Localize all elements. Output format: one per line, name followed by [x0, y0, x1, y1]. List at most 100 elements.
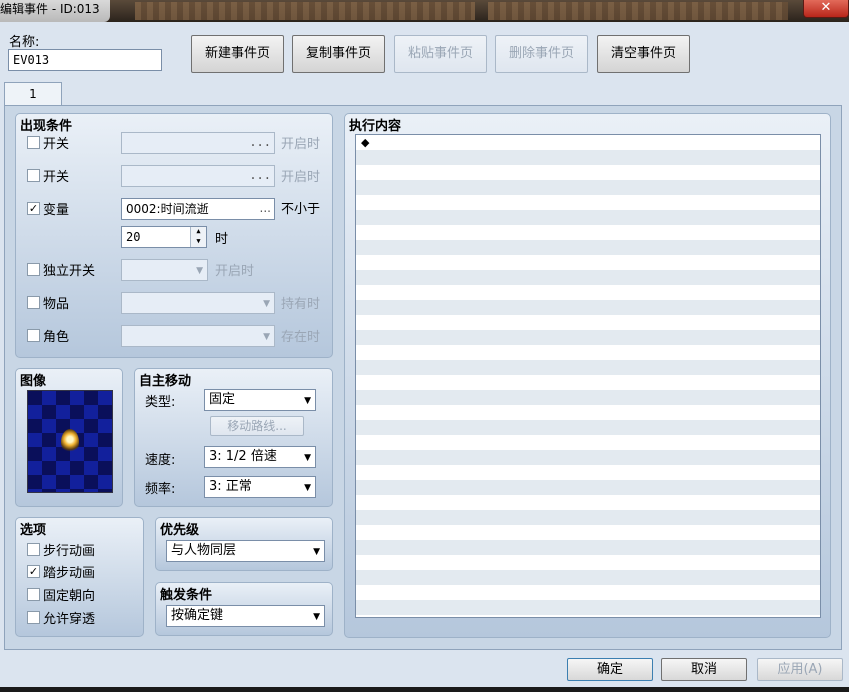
autonomous-title: 自主移动	[139, 374, 192, 389]
actor-select[interactable]: ▼	[121, 325, 275, 347]
move-type-label: 类型:	[145, 395, 176, 410]
trigger-value: 按确定键	[171, 608, 224, 623]
chevron-down-icon: ▼	[196, 266, 203, 276]
character-sprite	[61, 429, 79, 455]
image-title: 图像	[20, 374, 47, 389]
actor-label: 角色	[43, 330, 70, 345]
switch1-label: 开关	[43, 137, 70, 152]
chevron-down-icon: ▼	[304, 453, 311, 463]
switch2-field[interactable]: ...	[121, 165, 275, 187]
stepping-anim-label: 踏步动画	[43, 566, 96, 581]
switch2-checkbox[interactable]	[27, 169, 40, 182]
options-group: 选项 步行动画 ✓ 踏步动画 固定朝向 允许穿透	[15, 517, 144, 637]
move-frequency-label: 频率:	[145, 482, 176, 497]
move-frequency-value: 3: 正常	[209, 479, 252, 494]
paste-page-button[interactable]: 粘贴事件页	[394, 35, 487, 73]
variable-label: 变量	[43, 203, 70, 218]
switch2-hint: 开启时	[281, 170, 321, 185]
actor-hint: 存在时	[281, 330, 321, 345]
window-title: 编辑事件 - ID:013	[0, 0, 110, 22]
self-switch-hint: 开启时	[215, 264, 255, 279]
trigger-select[interactable]: 按确定键 ▼	[166, 605, 325, 627]
tab-page-1[interactable]: 1	[4, 82, 62, 106]
switch1-checkbox[interactable]	[27, 136, 40, 149]
direction-fix-checkbox[interactable]	[27, 588, 40, 601]
ellipsis-icon: ...	[249, 135, 271, 149]
item-hint: 持有时	[281, 297, 321, 312]
item-label: 物品	[43, 297, 70, 312]
variable-number-stepper[interactable]: 20 ▲ ▼	[121, 226, 207, 248]
priority-select[interactable]: 与人物同层 ▼	[166, 540, 325, 562]
footer-bar: 确定 取消 应用(A)	[0, 652, 849, 687]
trigger-title: 触发条件	[160, 588, 213, 603]
chevron-down-icon: ▼	[313, 612, 320, 622]
self-switch-checkbox[interactable]	[27, 263, 40, 276]
move-frequency-select[interactable]: 3: 正常 ▼	[204, 476, 316, 498]
move-speed-value: 3: 1/2 倍速	[209, 449, 277, 464]
apply-button[interactable]: 应用(A)	[757, 658, 843, 681]
conditions-title: 出现条件	[20, 119, 73, 134]
delete-page-button[interactable]: 删除事件页	[495, 35, 588, 73]
event-image-preview[interactable]	[27, 390, 113, 493]
stepper-up-icon[interactable]: ▲	[196, 227, 200, 235]
variable-field[interactable]: 0002:时间流逝...	[121, 198, 275, 220]
item-checkbox[interactable]	[27, 296, 40, 309]
check-icon: ✓	[28, 202, 39, 215]
walking-anim-label: 步行动画	[43, 544, 96, 559]
stepping-anim-checkbox[interactable]: ✓	[27, 565, 40, 578]
switch1-field[interactable]: ...	[121, 132, 275, 154]
clear-page-button[interactable]: 清空事件页	[597, 35, 690, 73]
close-button[interactable]: ✕	[803, 0, 849, 18]
move-speed-select[interactable]: 3: 1/2 倍速 ▼	[204, 446, 316, 468]
stepper-down-icon[interactable]: ▼	[196, 237, 200, 245]
options-title: 选项	[20, 523, 47, 538]
ok-button[interactable]: 确定	[567, 658, 653, 681]
name-field[interactable]: EV013	[8, 49, 162, 71]
walking-anim-checkbox[interactable]	[27, 543, 40, 556]
chevron-down-icon: ▼	[304, 483, 311, 493]
chevron-down-icon: ▼	[313, 547, 320, 557]
title-bar-decoration	[488, 2, 788, 20]
autonomous-movement-group: 自主移动 类型: 固定 ▼ 移动路线... 速度: 3: 1/2 倍速 ▼ 频率: …	[134, 368, 333, 507]
check-icon: ✓	[28, 565, 39, 578]
variable-checkbox[interactable]: ✓	[27, 202, 40, 215]
self-switch-select[interactable]: ▼	[121, 259, 208, 281]
priority-title: 优先级	[160, 523, 200, 538]
title-bar: 编辑事件 - ID:013 ✕	[0, 0, 849, 22]
self-switch-label: 独立开关	[43, 264, 96, 279]
contents-title: 执行内容	[349, 119, 402, 134]
stepper-arrows-icon[interactable]: ▲ ▼	[190, 227, 206, 247]
move-type-select[interactable]: 固定 ▼	[204, 389, 316, 411]
name-label: 名称:	[9, 35, 40, 50]
title-bar-decoration	[135, 2, 475, 20]
move-route-button[interactable]: 移动路线...	[210, 416, 304, 436]
actor-checkbox[interactable]	[27, 329, 40, 342]
switch1-hint: 开启时	[281, 137, 321, 152]
item-select[interactable]: ▼	[121, 292, 275, 314]
through-checkbox[interactable]	[27, 611, 40, 624]
direction-fix-label: 固定朝向	[43, 589, 96, 604]
move-type-value: 固定	[209, 392, 236, 407]
cancel-button[interactable]: 取消	[661, 658, 747, 681]
priority-value: 与人物同层	[171, 543, 237, 558]
new-page-button[interactable]: 新建事件页	[191, 35, 284, 73]
through-label: 允许穿透	[43, 612, 96, 627]
move-speed-label: 速度:	[145, 453, 176, 468]
variable-number: 20	[126, 230, 141, 244]
priority-group: 优先级 与人物同层 ▼	[155, 517, 333, 571]
copy-page-button[interactable]: 复制事件页	[292, 35, 385, 73]
variable-value: 0002:时间流逝	[126, 202, 209, 216]
trigger-group: 触发条件 按确定键 ▼	[155, 582, 333, 636]
dialog-window: 名称: EV013 新建事件页 复制事件页 粘贴事件页 删除事件页 清空事件页 …	[0, 22, 849, 687]
switch2-label: 开关	[43, 170, 70, 185]
chevron-down-icon: ▼	[263, 332, 270, 342]
variable-compare-label: 不小于	[281, 202, 321, 217]
ellipsis-icon: ...	[259, 201, 271, 215]
command-list[interactable]: ◆	[355, 134, 821, 618]
command-list-item[interactable]: ◆	[361, 135, 369, 150]
chevron-down-icon: ▼	[304, 396, 311, 406]
variable-unit-label: 时	[215, 232, 229, 247]
ellipsis-icon: ...	[249, 168, 271, 182]
chevron-down-icon: ▼	[263, 299, 270, 309]
conditions-group: 出现条件 开关 ... 开启时 开关 ... 开启时 ✓ 变量 0002:时间流…	[15, 113, 333, 358]
